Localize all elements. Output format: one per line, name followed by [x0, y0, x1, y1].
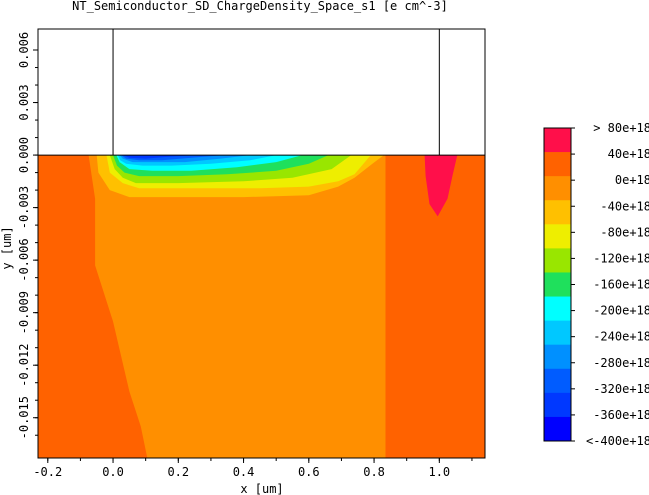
colorbar-label: 0e+18 — [615, 173, 649, 187]
y-tick-label: 0.000 — [17, 137, 31, 173]
chart-figure: NT_Semiconductor_SD_ChargeDensity_Space_… — [0, 0, 649, 495]
x-tick-label: 0.4 — [233, 465, 255, 479]
colorbar-swatch — [544, 320, 571, 346]
colorbar-swatch — [544, 368, 571, 394]
colorbar-swatch — [544, 416, 571, 442]
colorbar-swatch — [544, 272, 571, 298]
colorbar-label: 40e+18 — [608, 147, 649, 161]
colorbar-label: <-400e+18 — [586, 434, 649, 448]
colorbar: > 80e+18 40e+18 0e+18 -40e+18 -80e+18 -120e+1… — [543, 121, 649, 448]
y-tick-label: 0.006 — [17, 32, 31, 68]
colorbar-label: -160e+18 — [593, 278, 649, 292]
y-tick-label: -0.003 — [17, 186, 31, 229]
colorbar-label: -320e+18 — [593, 382, 649, 396]
colorbar-swatch — [544, 296, 571, 322]
y-tick-label: -0.009 — [17, 291, 31, 334]
colorbar-swatch — [544, 152, 571, 177]
colorbar-label: -200e+18 — [593, 304, 649, 318]
x-tick-label: 1.0 — [428, 465, 450, 479]
charge-density-field — [38, 155, 485, 458]
x-tick-label: 0.6 — [298, 465, 320, 479]
colorbar-label: -120e+18 — [593, 251, 649, 265]
colorbar-label: -280e+18 — [593, 356, 649, 370]
y-tick-label: -0.015 — [17, 396, 31, 439]
y-tick-label: -0.006 — [17, 238, 31, 281]
x-tick-label: 0.0 — [102, 465, 124, 479]
x-tick-label: 0.8 — [363, 465, 385, 479]
colorbar-swatch — [544, 224, 571, 249]
gate-oxide-region — [38, 29, 485, 156]
colorbar-swatch — [544, 200, 571, 225]
colorbar-label: -360e+18 — [593, 408, 649, 422]
colorbar-swatch — [544, 344, 571, 370]
y-axis-label: y [um] — [0, 226, 14, 269]
y-axis: 0.006 0.003 0.000 -0.003 -0.006 -0.009 -0.012 -… — [17, 32, 38, 439]
y-tick-label: 0.003 — [17, 84, 31, 120]
colorbar-swatch — [544, 248, 571, 273]
colorbar-label: -80e+18 — [600, 225, 649, 239]
x-axis: -0.2 0.0 0.2 0.4 0.6 0.8 1.0 — [33, 458, 473, 479]
colorbar-label: -240e+18 — [593, 330, 649, 344]
y-tick-label: -0.012 — [17, 344, 31, 387]
x-axis-label: x [um] — [240, 482, 283, 495]
colorbar-swatch — [544, 128, 571, 153]
x-tick-label: -0.2 — [33, 465, 62, 479]
x-tick-label: 0.2 — [167, 465, 189, 479]
colorbar-label: > 80e+18 — [593, 121, 649, 135]
colorbar-label: -40e+18 — [600, 199, 649, 213]
colorbar-swatch — [544, 392, 571, 418]
chart-title: NT_Semiconductor_SD_ChargeDensity_Space_… — [72, 0, 448, 13]
colorbar-swatch — [544, 176, 571, 201]
